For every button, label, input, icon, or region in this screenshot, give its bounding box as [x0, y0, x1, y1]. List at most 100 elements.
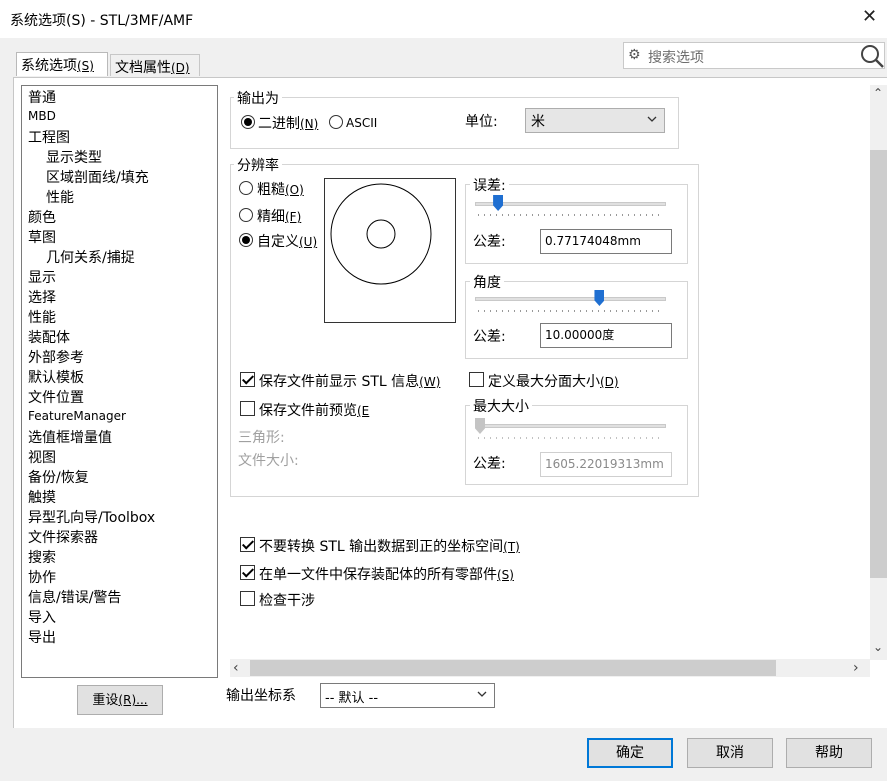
angle-title: 角度	[470, 272, 504, 292]
tree-item-mbd[interactable]: MBD	[28, 109, 56, 123]
scroll-down-icon[interactable]: ⌄	[873, 640, 883, 654]
tree-item-view[interactable]: 视图	[28, 447, 56, 467]
tree-item-import[interactable]: 导入	[28, 607, 56, 627]
tab-system-accel: (S)	[77, 59, 94, 73]
tree-item-drawings[interactable]: 工程图	[28, 127, 70, 147]
vertical-scroll-thumb[interactable]	[870, 150, 887, 578]
tree-item-hole-wizard-toolbox[interactable]: 异型孔向导/Toolbox	[28, 507, 155, 527]
no-transform-checkbox[interactable]	[240, 537, 255, 552]
tab-system-options[interactable]: 系统选项(S)	[16, 52, 108, 76]
tree-item-area-hatch[interactable]: 区域剖面线/填充	[46, 167, 149, 187]
title-bar: 系统选项(S) - STL/3MF/AMF ✕	[0, 0, 887, 38]
triangles-label: 三角形:	[238, 430, 285, 446]
tree-item-general[interactable]: 普通	[28, 87, 56, 107]
preview-before-save-label[interactable]: 保存文件前预览(E	[259, 400, 369, 420]
tree-item-performance[interactable]: 性能	[28, 307, 56, 327]
preview-before-save-checkbox[interactable]	[240, 401, 255, 416]
coarse-radio[interactable]	[239, 181, 253, 195]
tree-item-colors[interactable]: 颜色	[28, 207, 56, 227]
binary-label[interactable]: 二进制(N)	[258, 113, 318, 133]
tab-document-label: 文档属性	[115, 60, 171, 76]
save-all-components-label[interactable]: 在单一文件中保存装配体的所有零部件(S)	[259, 564, 514, 584]
tree-item-touch[interactable]: 触摸	[28, 487, 56, 507]
angle-tolerance-label: 公差:	[473, 329, 506, 345]
chevron-down-icon	[476, 688, 488, 703]
tree-item-display-style[interactable]: 显示类型	[46, 147, 102, 167]
define-max-facet-checkbox[interactable]	[469, 372, 484, 387]
angle-slider[interactable]	[475, 297, 666, 301]
tree-item-collaboration[interactable]: 协作	[28, 567, 56, 587]
check-interference-checkbox[interactable]	[240, 591, 255, 606]
binary-radio[interactable]	[241, 115, 255, 129]
tree-item-display[interactable]: 显示	[28, 267, 56, 287]
reset-button-accel: (R)...	[118, 693, 148, 707]
tab-document-properties[interactable]: 文档属性(D)	[110, 54, 200, 76]
tree-item-sketch[interactable]: 草图	[28, 227, 56, 247]
max-size-tolerance-label: 公差:	[473, 456, 506, 472]
fine-label[interactable]: 精细(F)	[257, 206, 301, 226]
max-size-tolerance-input[interactable]: 1605.22019313mm	[540, 452, 672, 477]
gear-icon[interactable]: ⚙	[628, 47, 641, 63]
ok-button[interactable]: 确定	[587, 738, 673, 768]
tree-item-external-references[interactable]: 外部参考	[28, 347, 84, 367]
search-box[interactable]: ⚙ 搜索选项	[623, 42, 885, 69]
tree-item-search[interactable]: 搜索	[28, 547, 56, 567]
no-transform-label[interactable]: 不要转换 STL 输出数据到正的坐标空间(T)	[259, 536, 520, 556]
tree-item-selection[interactable]: 选择	[28, 287, 56, 307]
search-input[interactable]: 搜索选项	[648, 47, 704, 67]
resolution-title: 分辨率	[234, 155, 282, 175]
deviation-tolerance-input[interactable]: 0.77174048mm	[540, 229, 672, 254]
tree-item-default-templates[interactable]: 默认模板	[28, 367, 84, 387]
max-size-slider-ticks	[478, 437, 664, 439]
coarse-label[interactable]: 粗糙(O)	[257, 179, 304, 199]
horizontal-scroll-thumb[interactable]	[250, 660, 776, 676]
unit-label: 单位:	[465, 114, 498, 130]
tree-item-relations-snaps[interactable]: 几何关系/捕捉	[46, 247, 135, 267]
tree-item-spin-increments[interactable]: 选值框增量值	[28, 427, 112, 447]
help-button[interactable]: 帮助	[786, 738, 872, 768]
file-size-label: 文件大小:	[238, 453, 299, 469]
tree-item-drawing-performance[interactable]: 性能	[46, 187, 74, 207]
options-tree[interactable]: 普通 MBD 工程图 显示类型 区域剖面线/填充 性能 颜色 草图 几何关系/捕…	[21, 85, 218, 678]
output-coord-value: -- 默认 --	[325, 691, 379, 706]
search-icon[interactable]	[860, 43, 886, 73]
tab-system-label: 系统选项	[21, 58, 77, 74]
preview-graphic	[330, 183, 432, 285]
scroll-right-icon[interactable]: ›	[853, 660, 859, 676]
tree-item-file-locations[interactable]: 文件位置	[28, 387, 84, 407]
max-size-title: 最大大小	[470, 396, 532, 416]
tree-item-file-explorer[interactable]: 文件探索器	[28, 527, 98, 547]
tree-item-featuremanager[interactable]: FeatureManager	[28, 409, 126, 423]
custom-radio[interactable]	[239, 233, 253, 247]
output-as-title: 输出为	[234, 88, 282, 108]
tree-item-assemblies[interactable]: 装配体	[28, 327, 70, 347]
tree-item-backup-recover[interactable]: 备份/恢复	[28, 467, 89, 487]
deviation-slider[interactable]	[475, 202, 666, 206]
deviation-slider-ticks	[478, 214, 664, 216]
cancel-button[interactable]: 取消	[687, 738, 773, 768]
close-icon[interactable]: ✕	[862, 6, 877, 27]
show-stl-info-label[interactable]: 保存文件前显示 STL 信息(W)	[259, 371, 440, 391]
deviation-tolerance-label: 公差:	[473, 234, 506, 250]
output-coord-select[interactable]: -- 默认 --	[320, 683, 495, 708]
tab-document-accel: (D)	[171, 61, 190, 75]
scroll-left-icon[interactable]: ‹	[233, 660, 239, 676]
ascii-label[interactable]: ASCII	[346, 116, 377, 130]
custom-label[interactable]: 自定义(U)	[257, 231, 317, 251]
show-stl-info-checkbox[interactable]	[240, 372, 255, 387]
output-coord-label: 输出坐标系	[226, 688, 296, 704]
ascii-radio[interactable]	[329, 115, 343, 129]
window-title: 系统选项(S) - STL/3MF/AMF	[10, 13, 194, 29]
tree-item-messages-errors-warnings[interactable]: 信息/错误/警告	[28, 587, 121, 607]
save-all-components-checkbox[interactable]	[240, 565, 255, 580]
chevron-down-icon	[646, 113, 658, 128]
define-max-facet-label[interactable]: 定义最大分面大小(D)	[488, 371, 619, 391]
tree-item-export[interactable]: 导出	[28, 627, 56, 647]
angle-tolerance-input[interactable]: 10.00000度	[540, 323, 672, 348]
fine-radio[interactable]	[239, 208, 253, 222]
reset-button[interactable]: 重设(R)...	[77, 685, 163, 715]
scroll-up-icon[interactable]: ⌃	[873, 86, 883, 100]
max-size-slider[interactable]	[475, 424, 666, 428]
check-interference-label[interactable]: 检查干涉	[259, 590, 315, 610]
unit-select[interactable]: 米	[525, 108, 665, 133]
